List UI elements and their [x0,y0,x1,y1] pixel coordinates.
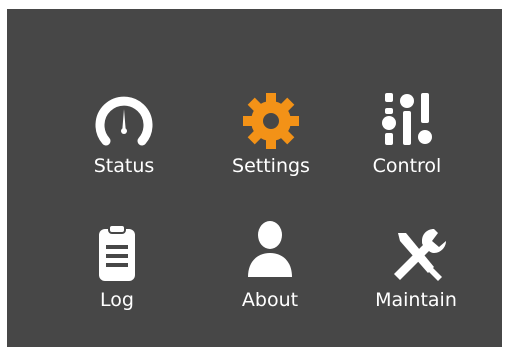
menu-item-maintain-label: Maintain [375,289,457,311]
menu-item-maintain[interactable]: Maintain [356,221,476,331]
sliders-icon [375,87,439,151]
menu-item-settings[interactable]: Settings [211,91,331,201]
menu-item-log-label: Log [100,289,134,311]
menu-item-status[interactable]: Status [64,91,184,201]
main-menu-screen: Status Settings Control Log About Mainta… [7,9,502,347]
menu-item-about[interactable]: About [210,221,330,331]
clipboard-icon [85,221,149,285]
tools-icon [384,223,448,287]
menu-item-control-label: Control [372,155,442,177]
menu-item-status-label: Status [93,155,155,177]
menu-item-log[interactable]: Log [57,221,177,331]
gauge-icon [92,91,156,155]
user-icon [238,215,302,279]
menu-item-about-label: About [241,289,299,311]
gear-icon [239,89,303,153]
menu-item-control[interactable]: Control [347,91,467,201]
menu-item-settings-label: Settings [232,155,310,177]
